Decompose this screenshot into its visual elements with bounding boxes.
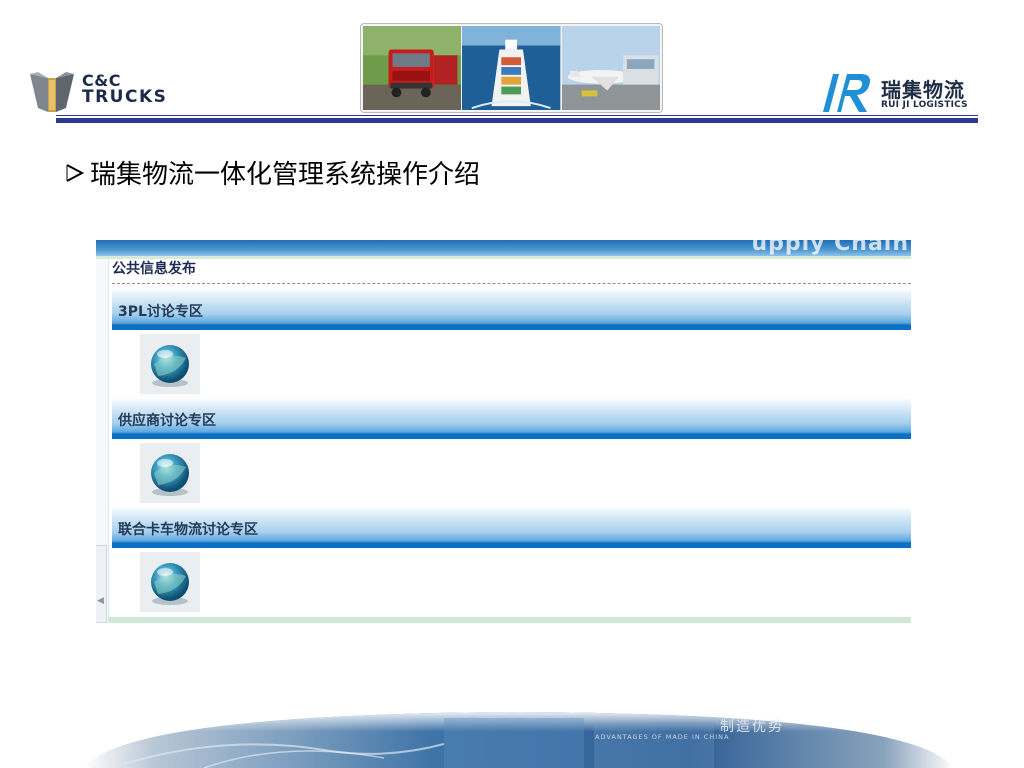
app-top-banner: upply Chain bbox=[96, 240, 911, 256]
slide-title-text: 瑞集物流一体化管理系统操作介绍 bbox=[90, 160, 481, 190]
forum-section-joint-trucks[interactable]: 联合卡车物流讨论专区 bbox=[112, 508, 911, 548]
section-label[interactable]: 联合卡车物流讨论专区 bbox=[118, 519, 258, 539]
cc-trucks-logo: C&C TRUCKS bbox=[28, 68, 188, 114]
footer-decorative-banner bbox=[84, 712, 954, 768]
truck-photo bbox=[363, 26, 462, 110]
header-rule-thin bbox=[56, 115, 978, 116]
collapse-arrow-icon[interactable]: ◀ bbox=[97, 596, 104, 606]
app-top-banner-text: upply Chain bbox=[751, 240, 909, 256]
cc-trucks-logo-icon bbox=[30, 72, 74, 112]
public-info-heading[interactable]: 公共信息发布 bbox=[112, 258, 196, 278]
footer-cn-text: 制造优势 bbox=[720, 719, 784, 735]
sidebar-collapse-handle[interactable] bbox=[96, 545, 107, 623]
cc-wordmark-line2: TRUCKS bbox=[82, 87, 168, 107]
rj-logo-cn-name: 瑞集物流 bbox=[881, 78, 965, 102]
forum-page-screenshot: upply Chain ◀ 公共信息发布 3PL讨论专区 供应商讨论专区 联合卡… bbox=[96, 240, 911, 623]
app-top-divider bbox=[96, 256, 911, 259]
forum-globe-icon[interactable] bbox=[140, 334, 200, 394]
rui-ji-logistics-logo: 瑞集物流 RUI JI LOGISTICS bbox=[815, 72, 985, 114]
cc-trucks-wordmark: C&C TRUCKS bbox=[82, 72, 167, 106]
transport-photo-banner bbox=[360, 23, 663, 113]
section-label[interactable]: 供应商讨论专区 bbox=[118, 410, 216, 430]
rj-logo-en-name: RUI JI LOGISTICS bbox=[881, 100, 968, 110]
forum-section-supplier[interactable]: 供应商讨论专区 bbox=[112, 399, 911, 439]
footer-en-text: ADVANTAGES OF MADE IN CHINA bbox=[595, 733, 730, 741]
forum-section-3pl[interactable]: 3PL讨论专区 bbox=[112, 290, 911, 330]
arrow-bullet-icon bbox=[66, 163, 85, 182]
dashed-divider bbox=[112, 283, 911, 284]
forum-globe-icon[interactable] bbox=[140, 443, 200, 503]
airplane-photo bbox=[561, 26, 660, 110]
slide-title: 瑞集物流一体化管理系统操作介绍 bbox=[64, 154, 480, 191]
app-bottom-divider bbox=[108, 617, 911, 623]
section-label[interactable]: 3PL讨论专区 bbox=[118, 301, 203, 321]
rj-logo-icon bbox=[823, 74, 870, 112]
container-ship-photo bbox=[462, 26, 561, 110]
forum-globe-icon[interactable] bbox=[140, 552, 200, 612]
header-rule-thick bbox=[56, 118, 978, 123]
